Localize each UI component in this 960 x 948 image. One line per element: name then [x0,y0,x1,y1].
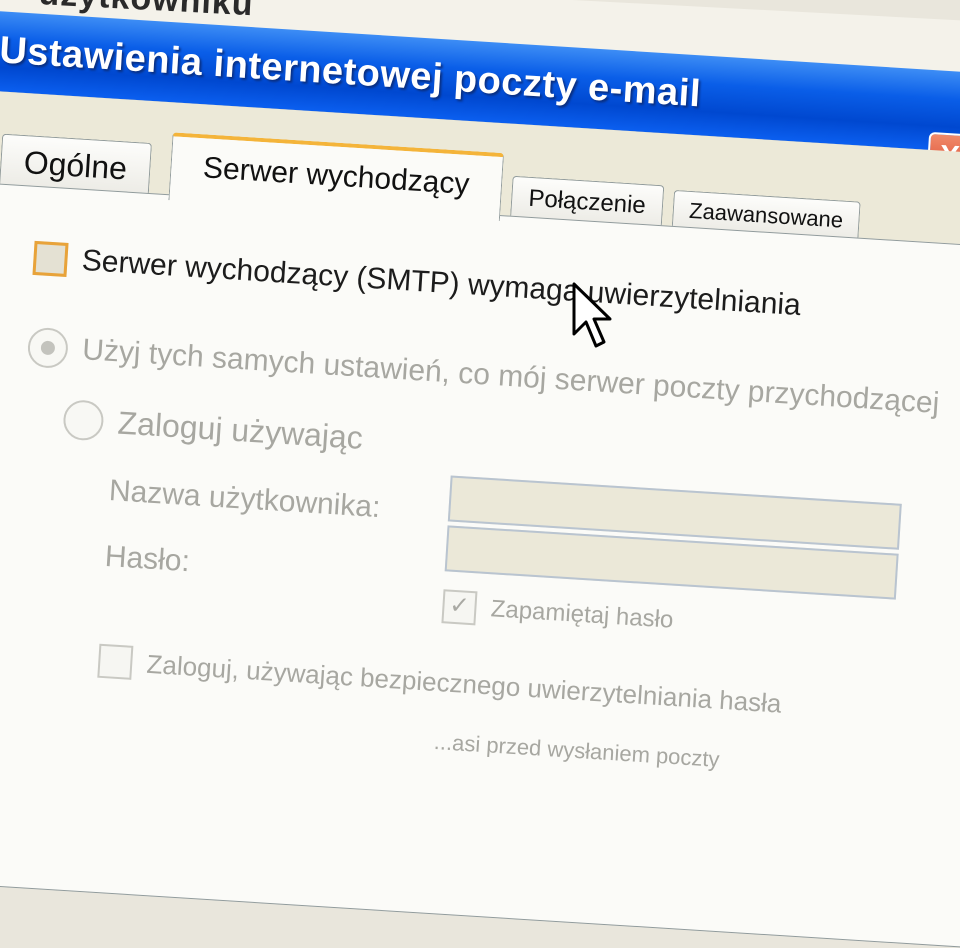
login-using-row[interactable]: Zaloguj używając [62,399,364,458]
email-settings-dialog: Ustawienia internetowej poczty e-mail X … [0,10,960,948]
smtp-auth-row[interactable]: Serwer wychodzący (SMTP) wymaga uwierzyt… [32,240,802,323]
login-using-radio[interactable] [62,399,105,442]
check-icon: ✓ [448,591,471,620]
spa-checkbox[interactable] [97,643,134,680]
remember-password-row[interactable]: ✓ Zapamiętaj hasło [441,589,674,637]
dialog-body: Ogólne Serwer wychodzący Połączenie Zaaw… [0,89,960,948]
smtp-auth-label: Serwer wychodzący (SMTP) wymaga uwierzyt… [80,243,802,323]
use-same-settings-radio[interactable] [26,326,70,370]
username-label: Nazwa użytkownika: [108,474,382,525]
password-label: Hasło: [103,539,191,579]
login-before-send-label: ...asi przed wysłaniem poczty [433,728,721,772]
mouse-cursor-icon [572,282,612,348]
login-using-label: Zaloguj używając [116,404,364,456]
spa-row[interactable]: Zaloguj, używając bezpiecznego uwierzyte… [97,643,783,721]
remember-password-checkbox[interactable]: ✓ [441,589,478,626]
smtp-auth-checkbox[interactable] [32,240,69,277]
remember-password-label: Zapamiętaj hasło [490,595,675,634]
outgoing-server-panel: Serwer wychodzący (SMTP) wymaga uwierzyt… [0,183,960,948]
spa-label: Zaloguj, używając bezpiecznego uwierzyte… [145,648,783,719]
radio-selected-dot [40,340,56,356]
